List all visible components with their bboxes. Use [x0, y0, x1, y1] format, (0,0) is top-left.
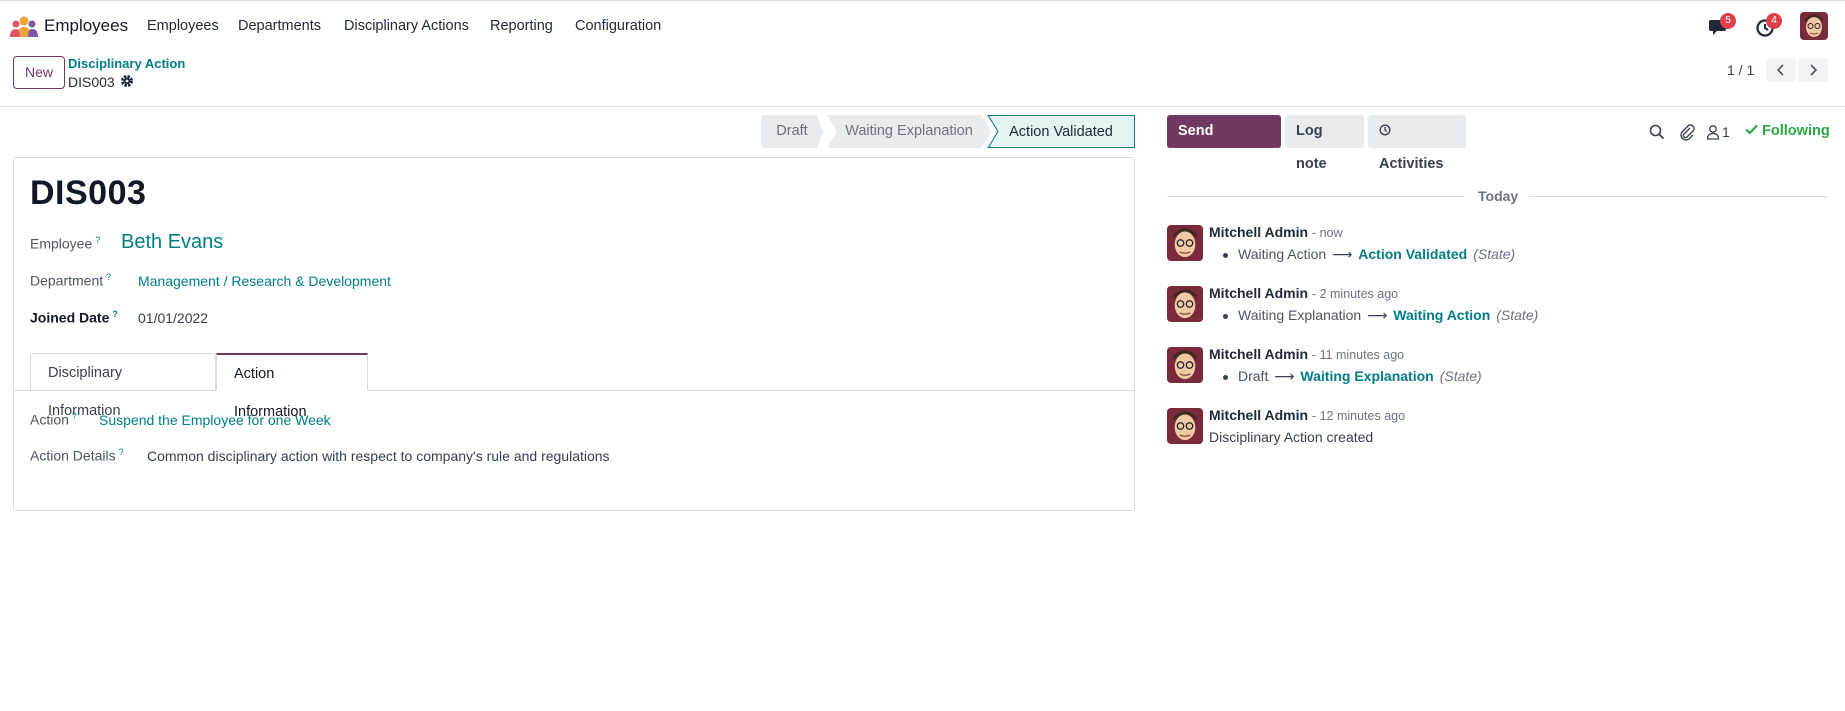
- tracking-line: Draft ⟶ Waiting Explanation (State): [1223, 368, 1482, 385]
- message-avatar[interactable]: [1167, 225, 1203, 261]
- message-avatar[interactable]: [1167, 408, 1203, 444]
- tab-disciplinary-information[interactable]: Disciplinary Information: [30, 353, 216, 419]
- app-name[interactable]: Employees: [44, 16, 128, 36]
- date-separator-line-right: [1530, 196, 1828, 197]
- followers-count[interactable]: 1: [1722, 124, 1730, 140]
- action-details-field[interactable]: Common disciplinary action with respect …: [147, 448, 610, 464]
- menu-employees[interactable]: Employees: [147, 18, 219, 34]
- user-avatar[interactable]: [1800, 12, 1828, 40]
- following-button[interactable]: Following: [1745, 123, 1830, 139]
- department-label: Department?: [30, 272, 112, 289]
- employee-label: Employee?: [30, 235, 101, 252]
- pager-previous-button[interactable]: [1766, 58, 1796, 82]
- gear-icon[interactable]: [120, 74, 134, 88]
- pager-next-button[interactable]: [1798, 58, 1828, 82]
- activities-badge: 4: [1766, 13, 1782, 29]
- tracking-line: Waiting Explanation ⟶ Waiting Action (State…: [1223, 307, 1538, 324]
- joined-date-label: Joined Date?: [30, 309, 118, 326]
- paperclip-icon[interactable]: [1678, 123, 1696, 141]
- chevron-left-icon: [1776, 64, 1784, 76]
- date-separator: Today: [1478, 188, 1519, 204]
- message-author[interactable]: Mitchell Admin - 12 minutes ago: [1209, 407, 1405, 423]
- tab-action-information[interactable]: Action Information: [216, 353, 368, 420]
- date-separator-line-left: [1167, 196, 1465, 197]
- status-waiting-explanation[interactable]: Waiting Explanation: [827, 115, 991, 148]
- menu-reporting[interactable]: Reporting: [490, 18, 553, 34]
- search-icon[interactable]: [1648, 123, 1666, 141]
- department-field[interactable]: Management / Research & Development: [138, 273, 391, 289]
- joined-date-field[interactable]: 01/01/2022: [138, 310, 208, 326]
- app-logo-icon[interactable]: [10, 15, 38, 37]
- menu-disciplinary-actions[interactable]: Disciplinary Actions: [344, 18, 469, 34]
- messages-badge: 5: [1720, 13, 1736, 29]
- status-arrow-border: [987, 115, 999, 148]
- menu-departments[interactable]: Departments: [238, 18, 321, 34]
- message-body: Disciplinary Action created: [1209, 429, 1374, 445]
- action-field[interactable]: Suspend the Employee for one Week: [99, 412, 331, 428]
- tracking-line: Waiting Action ⟶ Action Validated (State): [1223, 246, 1515, 263]
- record-name: DIS003: [30, 174, 147, 212]
- log-note-button[interactable]: Log note: [1285, 115, 1364, 172]
- breadcrumb-parent[interactable]: Disciplinary Action: [68, 56, 185, 71]
- action-details-label: Action Details?: [30, 447, 124, 464]
- employee-field[interactable]: Beth Evans: [121, 231, 223, 254]
- clock-icon: [1379, 124, 1391, 136]
- action-label: Action?: [30, 411, 77, 428]
- status-action-validated[interactable]: Action Validated: [987, 115, 1135, 148]
- breadcrumb-current: DIS003: [68, 74, 115, 90]
- top-navbar: Employees Employees Departments Discipli…: [0, 0, 1845, 50]
- message-avatar[interactable]: [1167, 347, 1203, 383]
- pager-value[interactable]: 1 / 1: [1727, 62, 1754, 78]
- following-label: Following: [1762, 123, 1830, 139]
- new-button[interactable]: New: [13, 56, 65, 89]
- send-message-button[interactable]: Send message: [1167, 115, 1281, 172]
- activities-label: Activities: [1379, 156, 1444, 172]
- message-author[interactable]: Mitchell Admin - now: [1209, 224, 1343, 240]
- status-draft[interactable]: Draft: [761, 115, 823, 148]
- message-author[interactable]: Mitchell Admin - 2 minutes ago: [1209, 285, 1398, 301]
- chevron-right-icon: [1810, 64, 1818, 76]
- message-author[interactable]: Mitchell Admin - 11 minutes ago: [1209, 346, 1404, 362]
- check-icon: [1745, 124, 1758, 135]
- activities-button[interactable]: Activities: [1368, 115, 1466, 172]
- menu-configuration[interactable]: Configuration: [575, 18, 661, 34]
- person-icon[interactable]: [1706, 123, 1720, 141]
- message-avatar[interactable]: [1167, 286, 1203, 322]
- control-panel-divider: [0, 106, 1845, 107]
